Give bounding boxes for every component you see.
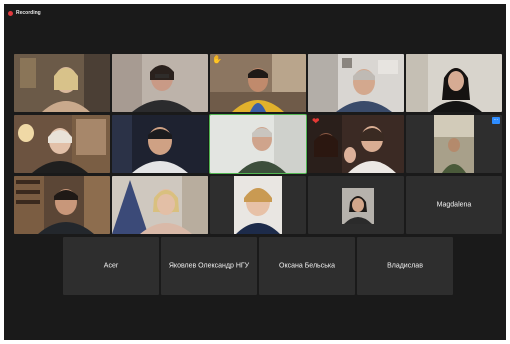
profile-photo-icon: [342, 188, 374, 224]
person-video-icon: [234, 176, 282, 234]
video-tile[interactable]: [112, 176, 208, 234]
video-tile[interactable]: ✋: [210, 54, 306, 112]
participant-name: Acer: [103, 262, 119, 270]
video-tile[interactable]: ❤: [308, 115, 404, 173]
name-tile[interactable]: Владислав: [357, 237, 453, 295]
person-video-icon: [14, 115, 110, 173]
video-tile[interactable]: [406, 54, 502, 112]
participant-name: Оксана Бельська: [279, 262, 335, 270]
video-tile[interactable]: [210, 176, 306, 234]
heart-icon: ❤: [312, 116, 320, 126]
recording-dot-icon: [8, 10, 13, 16]
person-video-icon: [308, 115, 404, 173]
recording-indicator[interactable]: Recording: [8, 8, 41, 18]
person-video-icon: [14, 176, 110, 234]
person-video-icon: [14, 54, 110, 112]
person-video-icon: [112, 176, 208, 234]
video-tile-active-speaker[interactable]: [209, 114, 307, 174]
participant-name: Яковлев Олександр НГУ: [168, 262, 250, 270]
person-video-icon: [112, 54, 208, 112]
video-tile[interactable]: [14, 176, 110, 234]
video-tile[interactable]: ⋯: [406, 115, 502, 173]
video-tile[interactable]: [14, 54, 110, 112]
name-tile[interactable]: Оксана Бельська: [259, 237, 355, 295]
video-tile[interactable]: [14, 115, 110, 173]
participant-name: Magdalena: [436, 201, 472, 209]
person-video-icon: [210, 54, 306, 112]
name-tile[interactable]: Яковлев Олександр НГУ: [161, 237, 257, 295]
meeting-window: Recording ✋ ❤ ⋯ Magdalena Acer Яковлев О…: [4, 4, 506, 340]
name-tile[interactable]: Acer: [63, 237, 159, 295]
person-video-icon: [434, 115, 474, 173]
video-tile[interactable]: [112, 115, 208, 173]
person-video-icon: [210, 115, 306, 173]
person-video-icon: [406, 54, 502, 112]
hand-icon: ✋: [212, 55, 222, 64]
person-video-icon: [308, 54, 404, 112]
video-tile[interactable]: [112, 54, 208, 112]
more-options-icon[interactable]: ⋯: [492, 117, 500, 124]
video-tile[interactable]: [308, 176, 404, 234]
person-video-icon: [112, 115, 208, 173]
video-tile[interactable]: [308, 54, 404, 112]
participant-name: Владислав: [387, 262, 423, 270]
recording-label: Recording: [16, 10, 41, 16]
name-tile[interactable]: Magdalena: [406, 176, 502, 234]
